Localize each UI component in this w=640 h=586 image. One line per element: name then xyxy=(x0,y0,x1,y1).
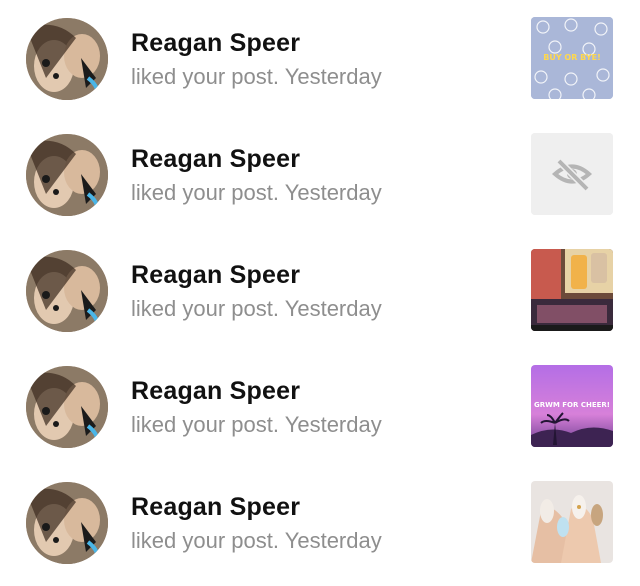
action-text: liked your post. xyxy=(131,296,279,321)
avatar[interactable] xyxy=(26,134,108,216)
action-text: liked your post. xyxy=(131,528,279,553)
post-thumbnail[interactable] xyxy=(531,481,613,563)
post-thumbnail[interactable] xyxy=(531,133,613,215)
action-text: liked your post. xyxy=(131,64,279,89)
timestamp: Yesterday xyxy=(284,528,382,553)
action-text: liked your post. xyxy=(131,180,279,205)
post-thumbnail[interactable]: BUY OR BYE! xyxy=(531,17,613,99)
products-photo-icon xyxy=(531,249,613,331)
avatar[interactable] xyxy=(26,18,108,100)
post-thumbnail[interactable]: GRWM FOR CHEER! xyxy=(531,365,613,447)
notification-row[interactable]: Reagan Speer liked your post. Yesterday xyxy=(0,232,640,348)
notification-text: liked your post. Yesterday xyxy=(131,64,382,90)
timestamp: Yesterday xyxy=(284,64,382,89)
notification-row[interactable]: Reagan Speer liked your post. Yesterday … xyxy=(0,0,640,116)
action-text: liked your post. xyxy=(131,412,279,437)
notification-text: liked your post. Yesterday xyxy=(131,296,382,322)
user-name[interactable]: Reagan Speer xyxy=(131,261,300,290)
timestamp: Yesterday xyxy=(284,412,382,437)
user-name[interactable]: Reagan Speer xyxy=(131,29,300,58)
user-name[interactable]: Reagan Speer xyxy=(131,377,300,406)
notification-text: liked your post. Yesterday xyxy=(131,180,382,206)
sunset-photo-icon xyxy=(531,365,613,447)
post-thumbnail[interactable] xyxy=(531,249,613,331)
eye-slash-icon xyxy=(531,133,613,215)
timestamp: Yesterday xyxy=(284,180,382,205)
notification-row[interactable]: Reagan Speer liked your post. Yesterday xyxy=(0,464,640,580)
timestamp: Yesterday xyxy=(284,296,382,321)
notification-row[interactable]: Reagan Speer liked your post. Yesterday xyxy=(0,116,640,232)
avatar[interactable] xyxy=(26,482,108,564)
avatar[interactable] xyxy=(26,366,108,448)
smiley-pattern-icon xyxy=(531,17,613,99)
notification-text: liked your post. Yesterday xyxy=(131,412,382,438)
activity-list: Reagan Speer liked your post. Yesterday … xyxy=(0,0,640,586)
nails-photo-icon xyxy=(531,481,613,563)
user-name[interactable]: Reagan Speer xyxy=(131,145,300,174)
avatar[interactable] xyxy=(26,250,108,332)
notification-row[interactable]: Reagan Speer liked your post. Yesterday xyxy=(0,348,640,464)
user-name[interactable]: Reagan Speer xyxy=(131,493,300,522)
notification-text: liked your post. Yesterday xyxy=(131,528,382,554)
